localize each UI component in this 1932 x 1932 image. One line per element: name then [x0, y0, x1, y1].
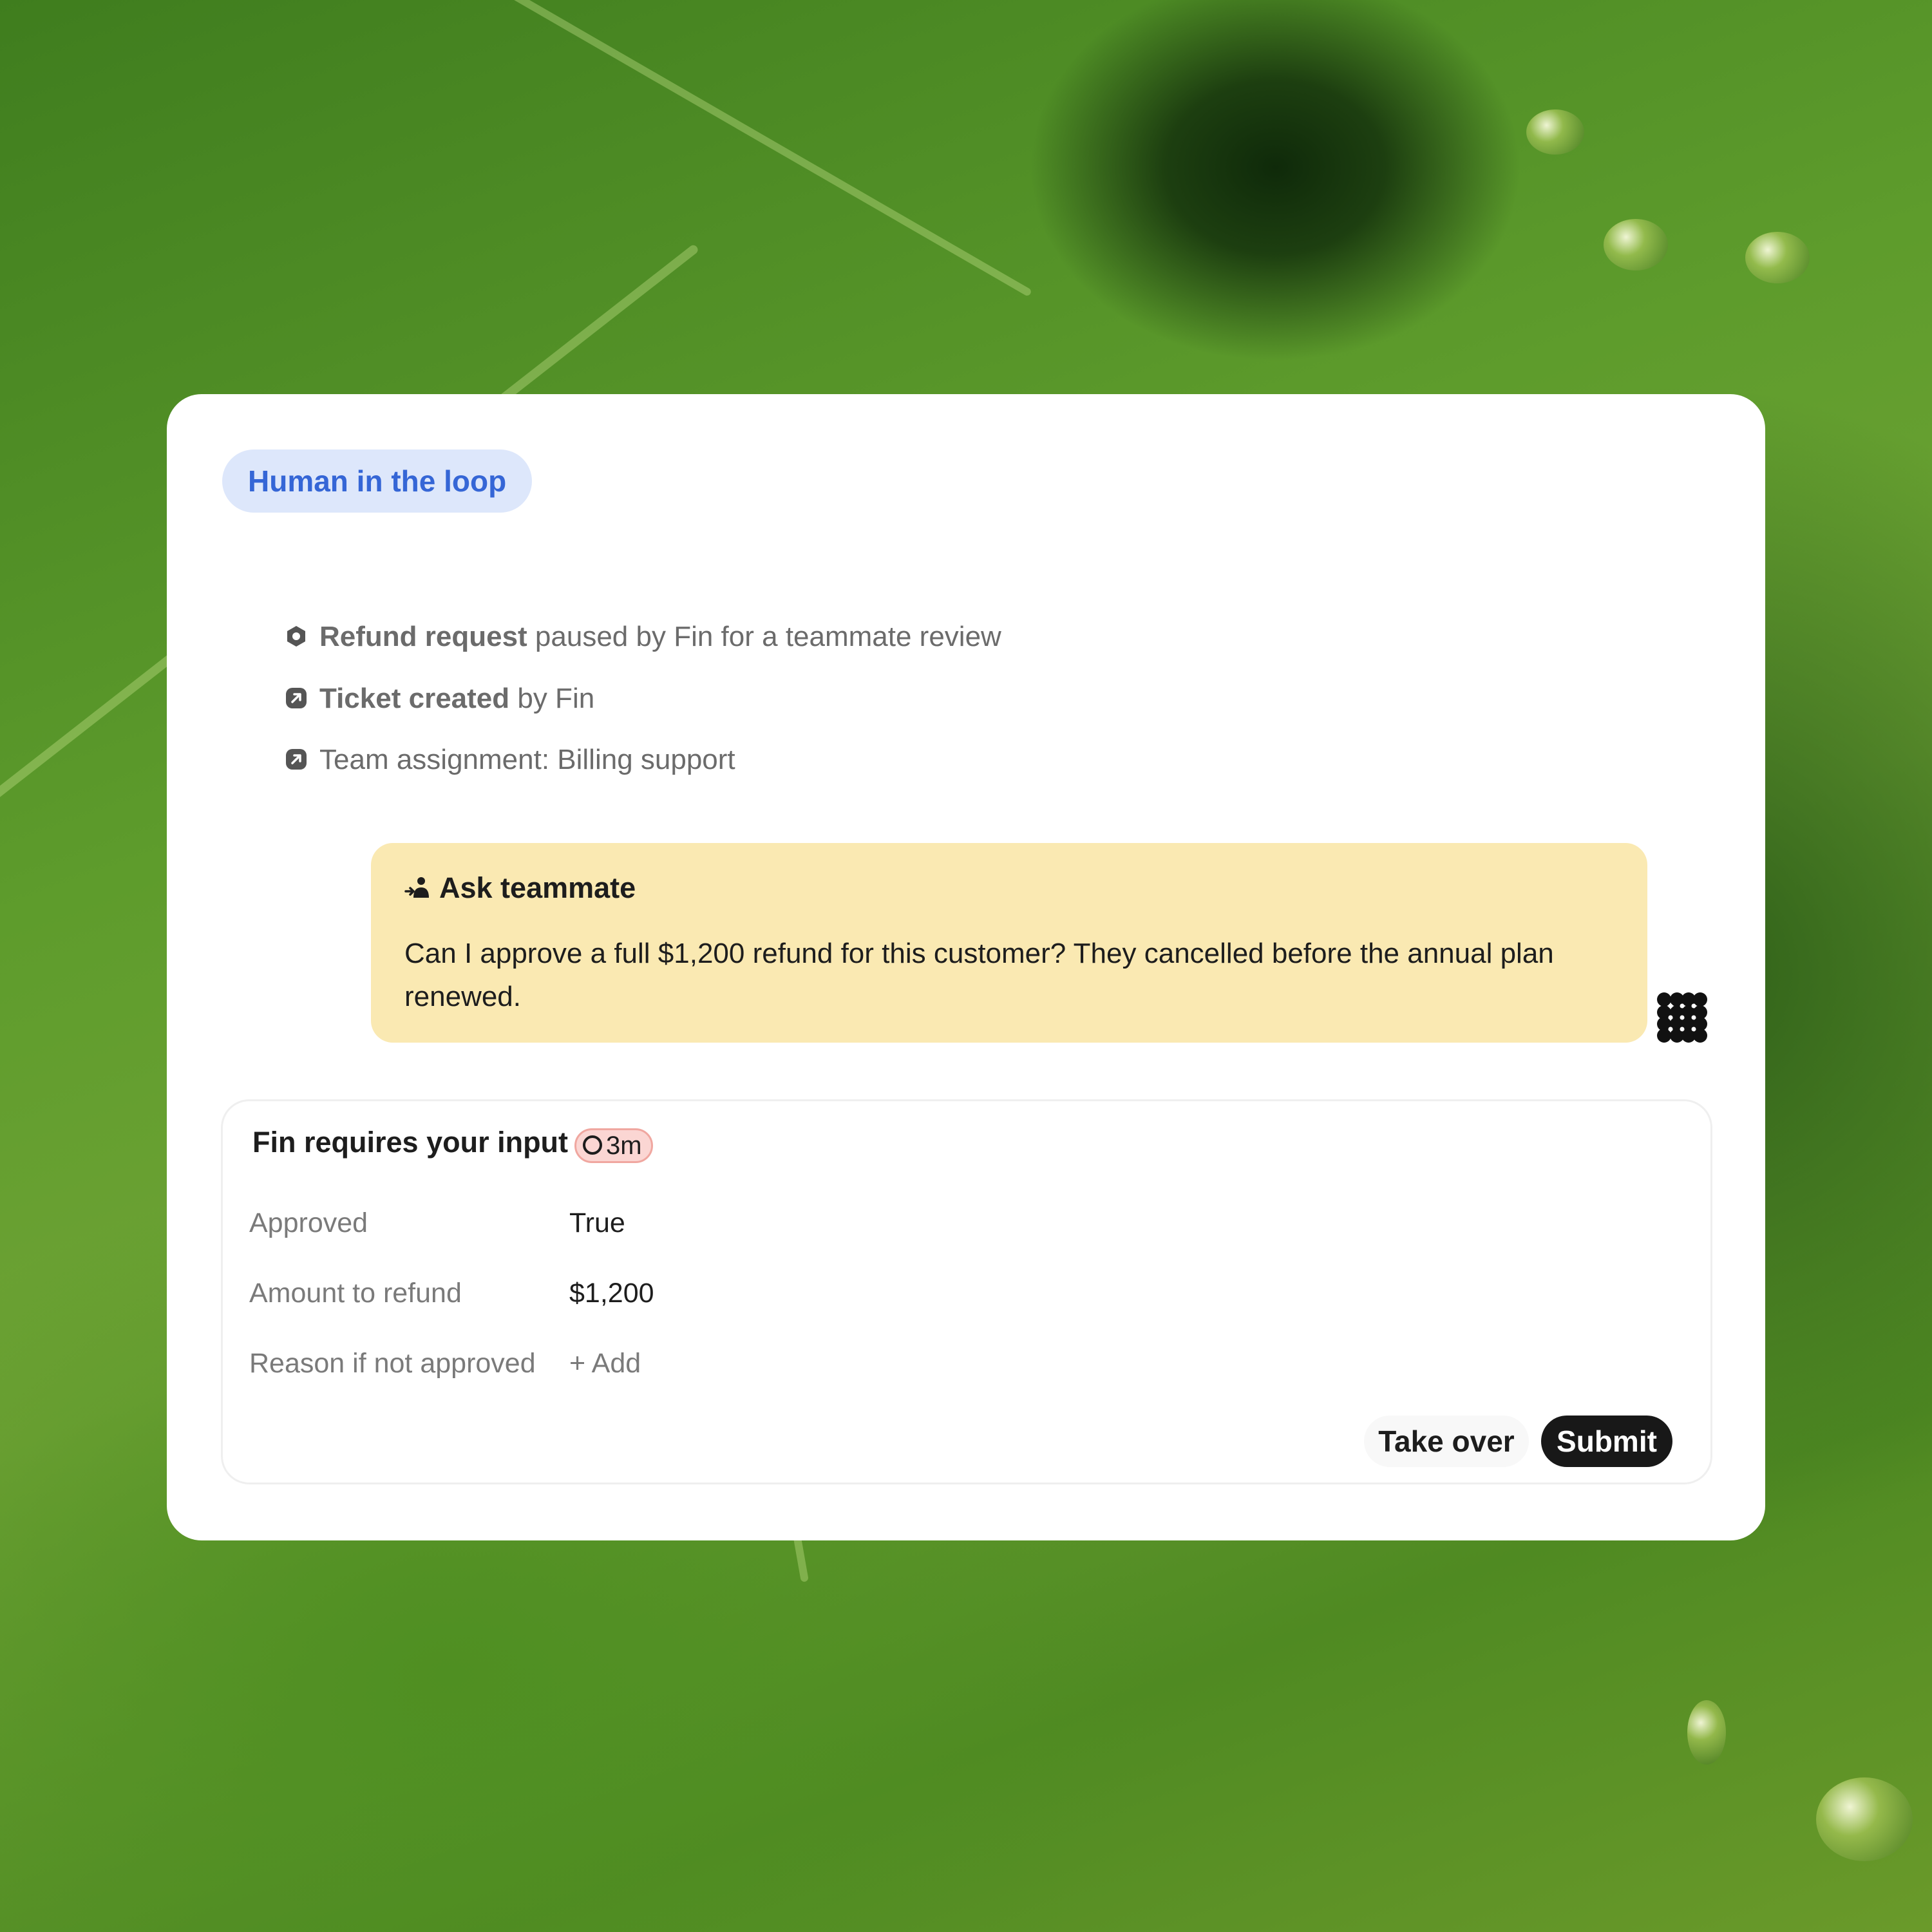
event-text: paused by Fin for a teammate review — [527, 621, 1001, 652]
ask-teammate-heading: Ask teammate — [404, 871, 636, 905]
field-value-amount[interactable]: $1,200 — [569, 1278, 654, 1309]
field-value-approved[interactable]: True — [569, 1208, 625, 1239]
input-panel-title: Fin requires your input — [252, 1126, 569, 1159]
fin-input-panel: Fin requires your input 3m Approved True… — [221, 1099, 1712, 1484]
field-label-approved: Approved — [249, 1208, 368, 1238]
clock-icon — [583, 1135, 602, 1155]
water-drop — [1604, 219, 1668, 270]
timer-value: 3m — [606, 1132, 642, 1160]
ticket-arrow-icon — [286, 688, 307, 709]
human-in-loop-card: Human in the loop Refund request paused … — [167, 394, 1765, 1540]
event-ticket-created: Ticket created by Fin — [285, 679, 594, 718]
water-drop — [1687, 1700, 1726, 1765]
hexagon-icon — [287, 626, 305, 647]
take-over-button[interactable]: Take over — [1364, 1416, 1529, 1467]
fin-logo-icon — [1657, 992, 1707, 1043]
field-label-reason: Reason if not approved — [249, 1348, 536, 1379]
submit-button[interactable]: Submit — [1541, 1416, 1672, 1467]
ask-teammate-title: Ask teammate — [439, 871, 636, 904]
add-reason-button[interactable]: + Add — [569, 1348, 641, 1379]
person-arrow-icon — [404, 877, 429, 898]
event-text: by Fin — [509, 683, 595, 714]
water-drop — [1526, 109, 1584, 155]
event-bold: Ticket created — [319, 683, 510, 714]
ticket-arrow-icon — [286, 749, 307, 770]
water-drop — [1745, 232, 1810, 283]
field-label-amount: Amount to refund — [249, 1278, 462, 1309]
human-in-the-loop-badge: Human in the loop — [222, 450, 533, 513]
event-refund-request: Refund request paused by Fin for a teamm… — [285, 618, 1001, 656]
event-bold: Refund request — [319, 621, 527, 652]
water-drop — [1816, 1777, 1913, 1861]
ask-teammate-text: Can I approve a full $1,200 refund for t… — [404, 938, 1554, 1012]
event-team-assignment: Team assignment: Billing support — [285, 741, 735, 779]
ask-teammate-message: Ask teammate Can I approve a full $1,200… — [371, 843, 1647, 1043]
timer-badge: 3m — [574, 1128, 653, 1163]
event-text: Team assignment: Billing support — [319, 744, 735, 775]
